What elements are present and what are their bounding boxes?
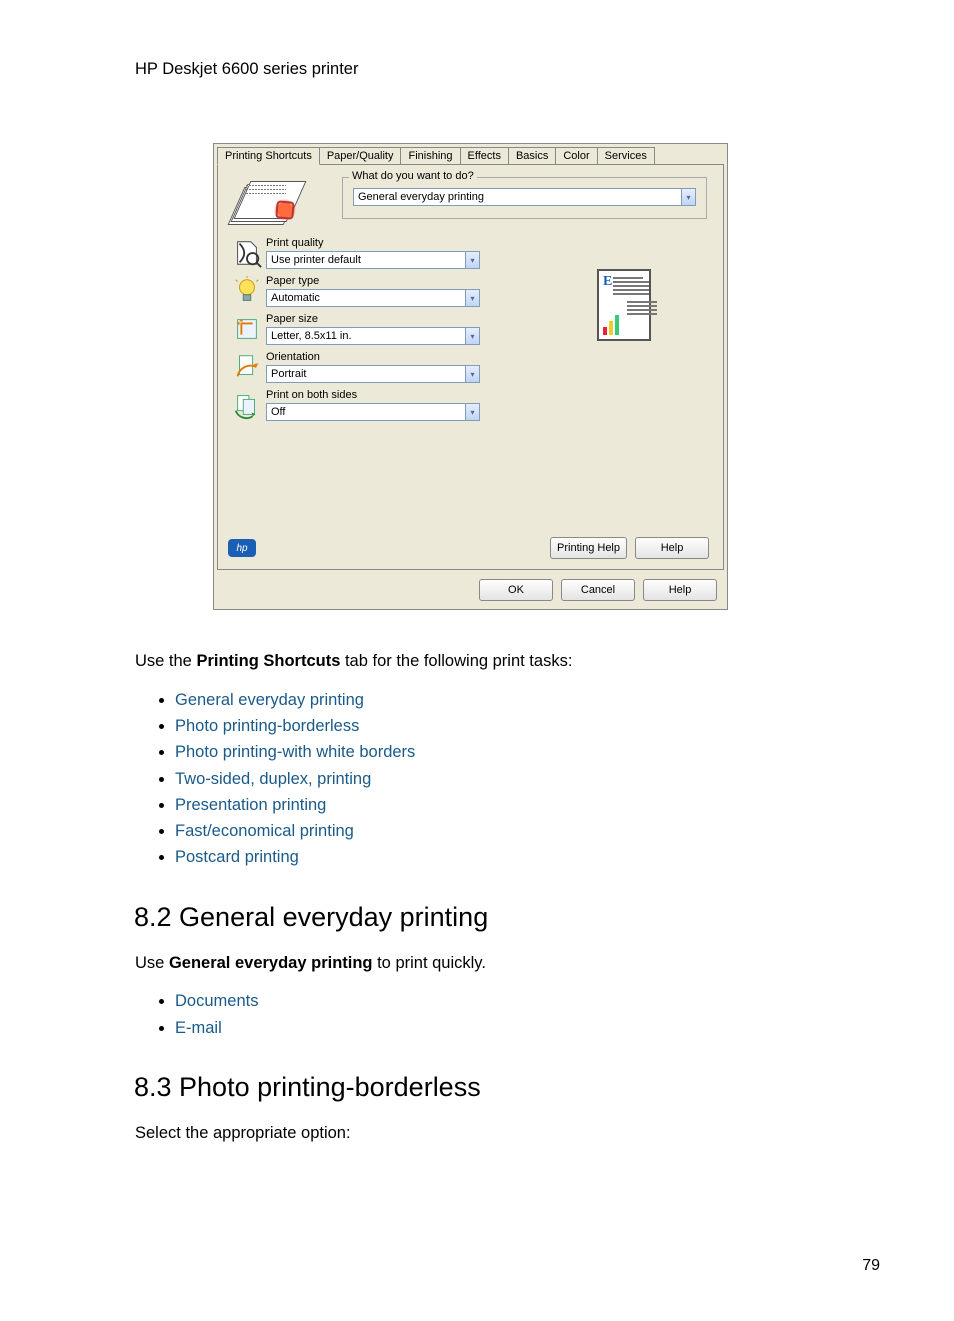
chevron-down-icon: ▾ bbox=[465, 290, 479, 306]
link-photo-borderless[interactable]: Photo printing-borderless bbox=[175, 717, 359, 735]
printing-help-button[interactable]: Printing Help bbox=[550, 537, 627, 559]
sec82-list: Documents E-mail bbox=[135, 990, 884, 1039]
tab-services[interactable]: Services bbox=[597, 147, 655, 164]
text: to print quickly. bbox=[373, 954, 486, 972]
tab-printing-shortcuts[interactable]: Printing Shortcuts bbox=[217, 147, 320, 165]
task-list: General everyday printing Photo printing… bbox=[135, 689, 884, 869]
both-sides-value: Off bbox=[271, 406, 285, 418]
list-item: Fast/economical printing bbox=[175, 820, 884, 842]
paper-type-icon bbox=[232, 275, 262, 307]
paper-type-value: Automatic bbox=[271, 292, 320, 304]
orientation-icon bbox=[232, 351, 262, 383]
chevron-down-icon: ▾ bbox=[465, 404, 479, 420]
chevron-down-icon: ▾ bbox=[681, 189, 695, 205]
list-item: Presentation printing bbox=[175, 794, 884, 816]
tab-basics[interactable]: Basics bbox=[508, 147, 556, 164]
text: Use the bbox=[135, 652, 196, 670]
print-quality-row: Print quality Use printer default ▾ bbox=[232, 237, 492, 269]
text: tab for the following print tasks: bbox=[340, 652, 572, 670]
chevron-down-icon: ▾ bbox=[465, 252, 479, 268]
paper-type-select[interactable]: Automatic ▾ bbox=[266, 289, 480, 307]
orientation-row: Orientation Portrait ▾ bbox=[232, 351, 492, 383]
shortcut-illustration-icon bbox=[226, 171, 326, 227]
section-8-3-heading: 8.3 Photo printing-borderless bbox=[134, 1069, 884, 1105]
cancel-button[interactable]: Cancel bbox=[561, 579, 635, 601]
help-button-inner[interactable]: Help bbox=[635, 537, 709, 559]
tab-paper-quality[interactable]: Paper/Quality bbox=[319, 147, 402, 164]
text-bold: Printing Shortcuts bbox=[196, 652, 340, 670]
print-quality-icon bbox=[232, 237, 262, 269]
link-fast-economical[interactable]: Fast/economical printing bbox=[175, 822, 354, 840]
page-preview-icon: E bbox=[597, 269, 651, 341]
both-sides-row: Print on both sides Off ▾ bbox=[232, 389, 492, 421]
print-quality-select[interactable]: Use printer default ▾ bbox=[266, 251, 480, 269]
chevron-down-icon: ▾ bbox=[465, 328, 479, 344]
link-postcard[interactable]: Postcard printing bbox=[175, 848, 299, 866]
hp-logo-icon: hp bbox=[228, 539, 256, 557]
intro-paragraph: Use the Printing Shortcuts tab for the f… bbox=[135, 650, 884, 672]
task-fieldset: What do you want to do? General everyday… bbox=[342, 177, 707, 219]
sec82-paragraph: Use General everyday printing to print q… bbox=[135, 952, 884, 974]
print-dialog: Printing Shortcuts Paper/Quality Finishi… bbox=[213, 143, 728, 610]
print-quality-value: Use printer default bbox=[271, 254, 361, 266]
paper-type-row: Paper type Automatic ▾ bbox=[232, 275, 492, 307]
inner-button-row: Printing Help Help bbox=[550, 537, 709, 559]
link-two-sided[interactable]: Two-sided, duplex, printing bbox=[175, 770, 371, 788]
text-bold: General everyday printing bbox=[169, 954, 373, 972]
task-select-value: General everyday printing bbox=[358, 191, 484, 203]
link-documents[interactable]: Documents bbox=[175, 992, 258, 1010]
list-item: Postcard printing bbox=[175, 846, 884, 868]
link-presentation[interactable]: Presentation printing bbox=[175, 796, 326, 814]
page-header: HP Deskjet 6600 series printer bbox=[135, 60, 884, 79]
both-sides-icon bbox=[232, 389, 262, 421]
paper-size-value: Letter, 8.5x11 in. bbox=[271, 330, 352, 342]
chevron-down-icon: ▾ bbox=[465, 366, 479, 382]
orientation-label: Orientation bbox=[266, 351, 492, 363]
paper-type-label: Paper type bbox=[266, 275, 492, 287]
page-number: 79 bbox=[862, 1257, 880, 1275]
sec83-paragraph: Select the appropriate option: bbox=[135, 1122, 884, 1144]
paper-size-icon bbox=[232, 313, 262, 345]
paper-size-row: Paper size Letter, 8.5x11 in. ▾ bbox=[232, 313, 492, 345]
outer-button-row: OK Cancel Help bbox=[214, 573, 727, 609]
doc-body: Use the Printing Shortcuts tab for the f… bbox=[135, 650, 884, 1144]
tab-finishing[interactable]: Finishing bbox=[400, 147, 460, 164]
list-item: Two-sided, duplex, printing bbox=[175, 768, 884, 790]
both-sides-select[interactable]: Off ▾ bbox=[266, 403, 480, 421]
paper-size-select[interactable]: Letter, 8.5x11 in. ▾ bbox=[266, 327, 480, 345]
help-button-outer[interactable]: Help bbox=[643, 579, 717, 601]
link-email[interactable]: E-mail bbox=[175, 1019, 222, 1037]
print-quality-label: Print quality bbox=[266, 237, 492, 249]
tab-effects[interactable]: Effects bbox=[460, 147, 509, 164]
ok-button[interactable]: OK bbox=[479, 579, 553, 601]
options-panel: Print quality Use printer default ▾ Pape… bbox=[232, 237, 492, 421]
paper-size-label: Paper size bbox=[266, 313, 492, 325]
list-item: Documents bbox=[175, 990, 884, 1012]
list-item: Photo printing-borderless bbox=[175, 715, 884, 737]
link-general-everyday[interactable]: General everyday printing bbox=[175, 691, 364, 709]
both-sides-label: Print on both sides bbox=[266, 389, 492, 401]
list-item: Photo printing-with white borders bbox=[175, 741, 884, 763]
orientation-value: Portrait bbox=[271, 368, 306, 380]
list-item: E-mail bbox=[175, 1017, 884, 1039]
task-select[interactable]: General everyday printing ▾ bbox=[353, 188, 696, 206]
text: Use bbox=[135, 954, 169, 972]
list-item: General everyday printing bbox=[175, 689, 884, 711]
link-photo-white-borders[interactable]: Photo printing-with white borders bbox=[175, 743, 415, 761]
tab-bar: Printing Shortcuts Paper/Quality Finishi… bbox=[214, 144, 727, 164]
fieldset-legend: What do you want to do? bbox=[349, 170, 477, 182]
orientation-select[interactable]: Portrait ▾ bbox=[266, 365, 480, 383]
section-8-2-heading: 8.2 General everyday printing bbox=[134, 899, 884, 935]
tab-color[interactable]: Color bbox=[555, 147, 597, 164]
dialog-body: What do you want to do? General everyday… bbox=[217, 164, 724, 570]
